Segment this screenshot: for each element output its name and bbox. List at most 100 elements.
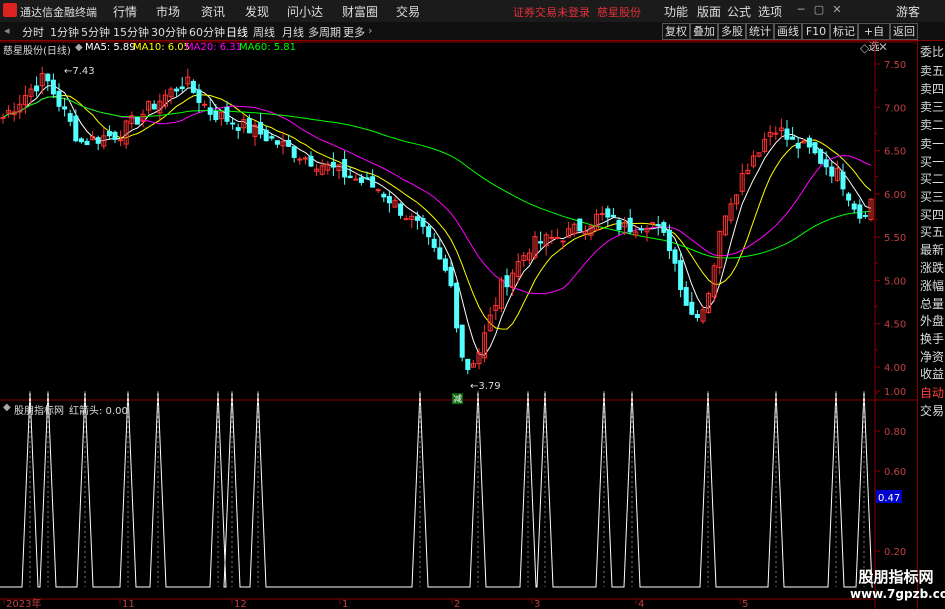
candle-body: [263, 129, 269, 142]
candle-body: [689, 301, 695, 315]
x-tick-label: 1: [342, 599, 348, 609]
x-tick-label: 12: [234, 599, 247, 609]
btn-draw[interactable]: 画线: [774, 23, 802, 40]
period-30min[interactable]: 30分钟: [151, 24, 187, 40]
side-item-18[interactable]: 收益: [920, 366, 944, 383]
period-5min[interactable]: 5分钟: [81, 24, 110, 40]
side-item-12[interactable]: 涨跌: [920, 260, 944, 277]
restore-icon[interactable]: ▢: [812, 3, 826, 17]
menu-ask[interactable]: 问小达: [287, 3, 323, 20]
kline-chart[interactable]: 7.50 7.00 6.50 6.00 5.50 5.00 4.50 4.00 1.00 0.80…: [0, 41, 917, 609]
side-item-0[interactable]: 委比: [920, 44, 944, 61]
candle-body: [403, 218, 409, 221]
candle-body: [851, 203, 857, 210]
current-value-label: 0.47: [878, 493, 900, 504]
menu-markets[interactable]: 市场: [156, 3, 180, 20]
side-bottom-1[interactable]: 交易: [920, 403, 944, 420]
candle-body: [56, 90, 62, 107]
minimize-icon[interactable]: ─: [794, 3, 808, 17]
side-item-17[interactable]: 净资: [920, 349, 944, 366]
side-item-1[interactable]: 卖五: [920, 63, 944, 80]
side-item-15[interactable]: 外盘: [920, 313, 944, 330]
candle-body: [431, 238, 437, 248]
candle-body: [151, 103, 157, 110]
toolbar-function[interactable]: 功能: [664, 3, 688, 20]
candle-body: [420, 218, 426, 227]
period-1min[interactable]: 1分钟: [50, 24, 79, 40]
main-chart-title: 慈星股份(日线): [3, 46, 71, 57]
side-item-10[interactable]: 买五: [920, 224, 944, 241]
btn-mark[interactable]: 标记: [830, 23, 858, 40]
user-label[interactable]: 游客: [896, 3, 920, 20]
btn-f10[interactable]: F10: [802, 23, 830, 40]
candle-body: [442, 258, 448, 271]
side-item-2[interactable]: 卖四: [920, 81, 944, 98]
close-icon[interactable]: ✕: [830, 3, 844, 17]
btn-stats[interactable]: 统计: [746, 23, 774, 40]
menu-trade[interactable]: 交易: [396, 3, 420, 20]
candle-body: [269, 136, 275, 139]
period-monthly[interactable]: 月线: [282, 24, 304, 40]
side-bottom-0[interactable]: 自动: [920, 385, 944, 402]
side-item-5[interactable]: 卖一: [920, 136, 944, 153]
candle-body: [840, 171, 846, 190]
trade-login-status[interactable]: 证券交易未登录 慈星股份: [513, 4, 641, 20]
candle-body: [0, 116, 6, 119]
btn-add-watch[interactable]: +自选: [858, 23, 890, 53]
y-tick-label: 7.50: [884, 60, 906, 71]
side-item-9[interactable]: 买四: [920, 207, 944, 224]
period-multi[interactable]: 多周期: [308, 24, 341, 40]
period-tick[interactable]: 分时: [22, 24, 44, 40]
candle-body: [448, 266, 454, 287]
side-item-14[interactable]: 总量: [920, 296, 944, 313]
candle-body: [202, 103, 208, 106]
nav-left-icon[interactable]: ◂: [4, 24, 12, 37]
candle-body: [342, 159, 348, 178]
x-tick-label: 3: [534, 599, 540, 609]
close-panel-icon[interactable]: ✕: [878, 40, 888, 54]
candle-body: [672, 249, 678, 264]
candle-body: [286, 139, 292, 147]
side-item-6[interactable]: 买一: [920, 154, 944, 171]
y-tick-label: 5.00: [884, 276, 906, 287]
side-item-7[interactable]: 买二: [920, 171, 944, 188]
btn-overlay[interactable]: 叠加: [690, 23, 718, 40]
period-more[interactable]: 更多: [343, 24, 365, 40]
candle-body: [795, 143, 801, 149]
candle-body: [308, 155, 314, 167]
toolbar-formula[interactable]: 公式: [727, 3, 751, 20]
menu-market[interactable]: 行情: [113, 3, 137, 20]
expand-icon[interactable]: ◇: [860, 41, 869, 55]
side-item-4[interactable]: 卖二: [920, 117, 944, 134]
toolbar-layout[interactable]: 版面: [697, 3, 721, 20]
candle-body: [538, 241, 544, 244]
menu-discover[interactable]: 发现: [245, 3, 269, 20]
candle-body: [364, 177, 370, 180]
btn-adjust[interactable]: 复权: [662, 23, 690, 40]
period-weekly[interactable]: 周线: [253, 24, 275, 40]
period-15min[interactable]: 15分钟: [113, 24, 149, 40]
menu-news[interactable]: 资讯: [201, 3, 225, 20]
candle-body: [112, 131, 118, 140]
y-tick-label: 4.00: [884, 363, 906, 374]
candle-body: [358, 177, 364, 183]
candle-body: [174, 88, 180, 92]
candle-body: [823, 159, 829, 168]
toolbar-options[interactable]: 选项: [758, 3, 782, 20]
btn-multi-stock[interactable]: 多股: [718, 23, 746, 40]
period-60min[interactable]: 60分钟: [189, 24, 225, 40]
candle-body: [661, 222, 667, 233]
candle-body: [375, 189, 381, 192]
side-item-3[interactable]: 卖三: [920, 99, 944, 116]
side-item-11[interactable]: 最新: [920, 242, 944, 259]
side-item-16[interactable]: 换手: [920, 331, 944, 348]
menu-wealth[interactable]: 财富圈: [342, 3, 378, 20]
period-daily[interactable]: 日线: [226, 24, 248, 40]
side-item-8[interactable]: 买三: [920, 189, 944, 206]
indicator-icon[interactable]: ◆: [3, 402, 11, 413]
side-item-13[interactable]: 涨幅: [920, 278, 944, 295]
gear-icon[interactable]: ◆: [75, 42, 83, 53]
btn-back[interactable]: 返回: [890, 23, 918, 40]
candle-body: [784, 128, 790, 140]
more-arrow-icon[interactable]: ›: [368, 24, 372, 37]
